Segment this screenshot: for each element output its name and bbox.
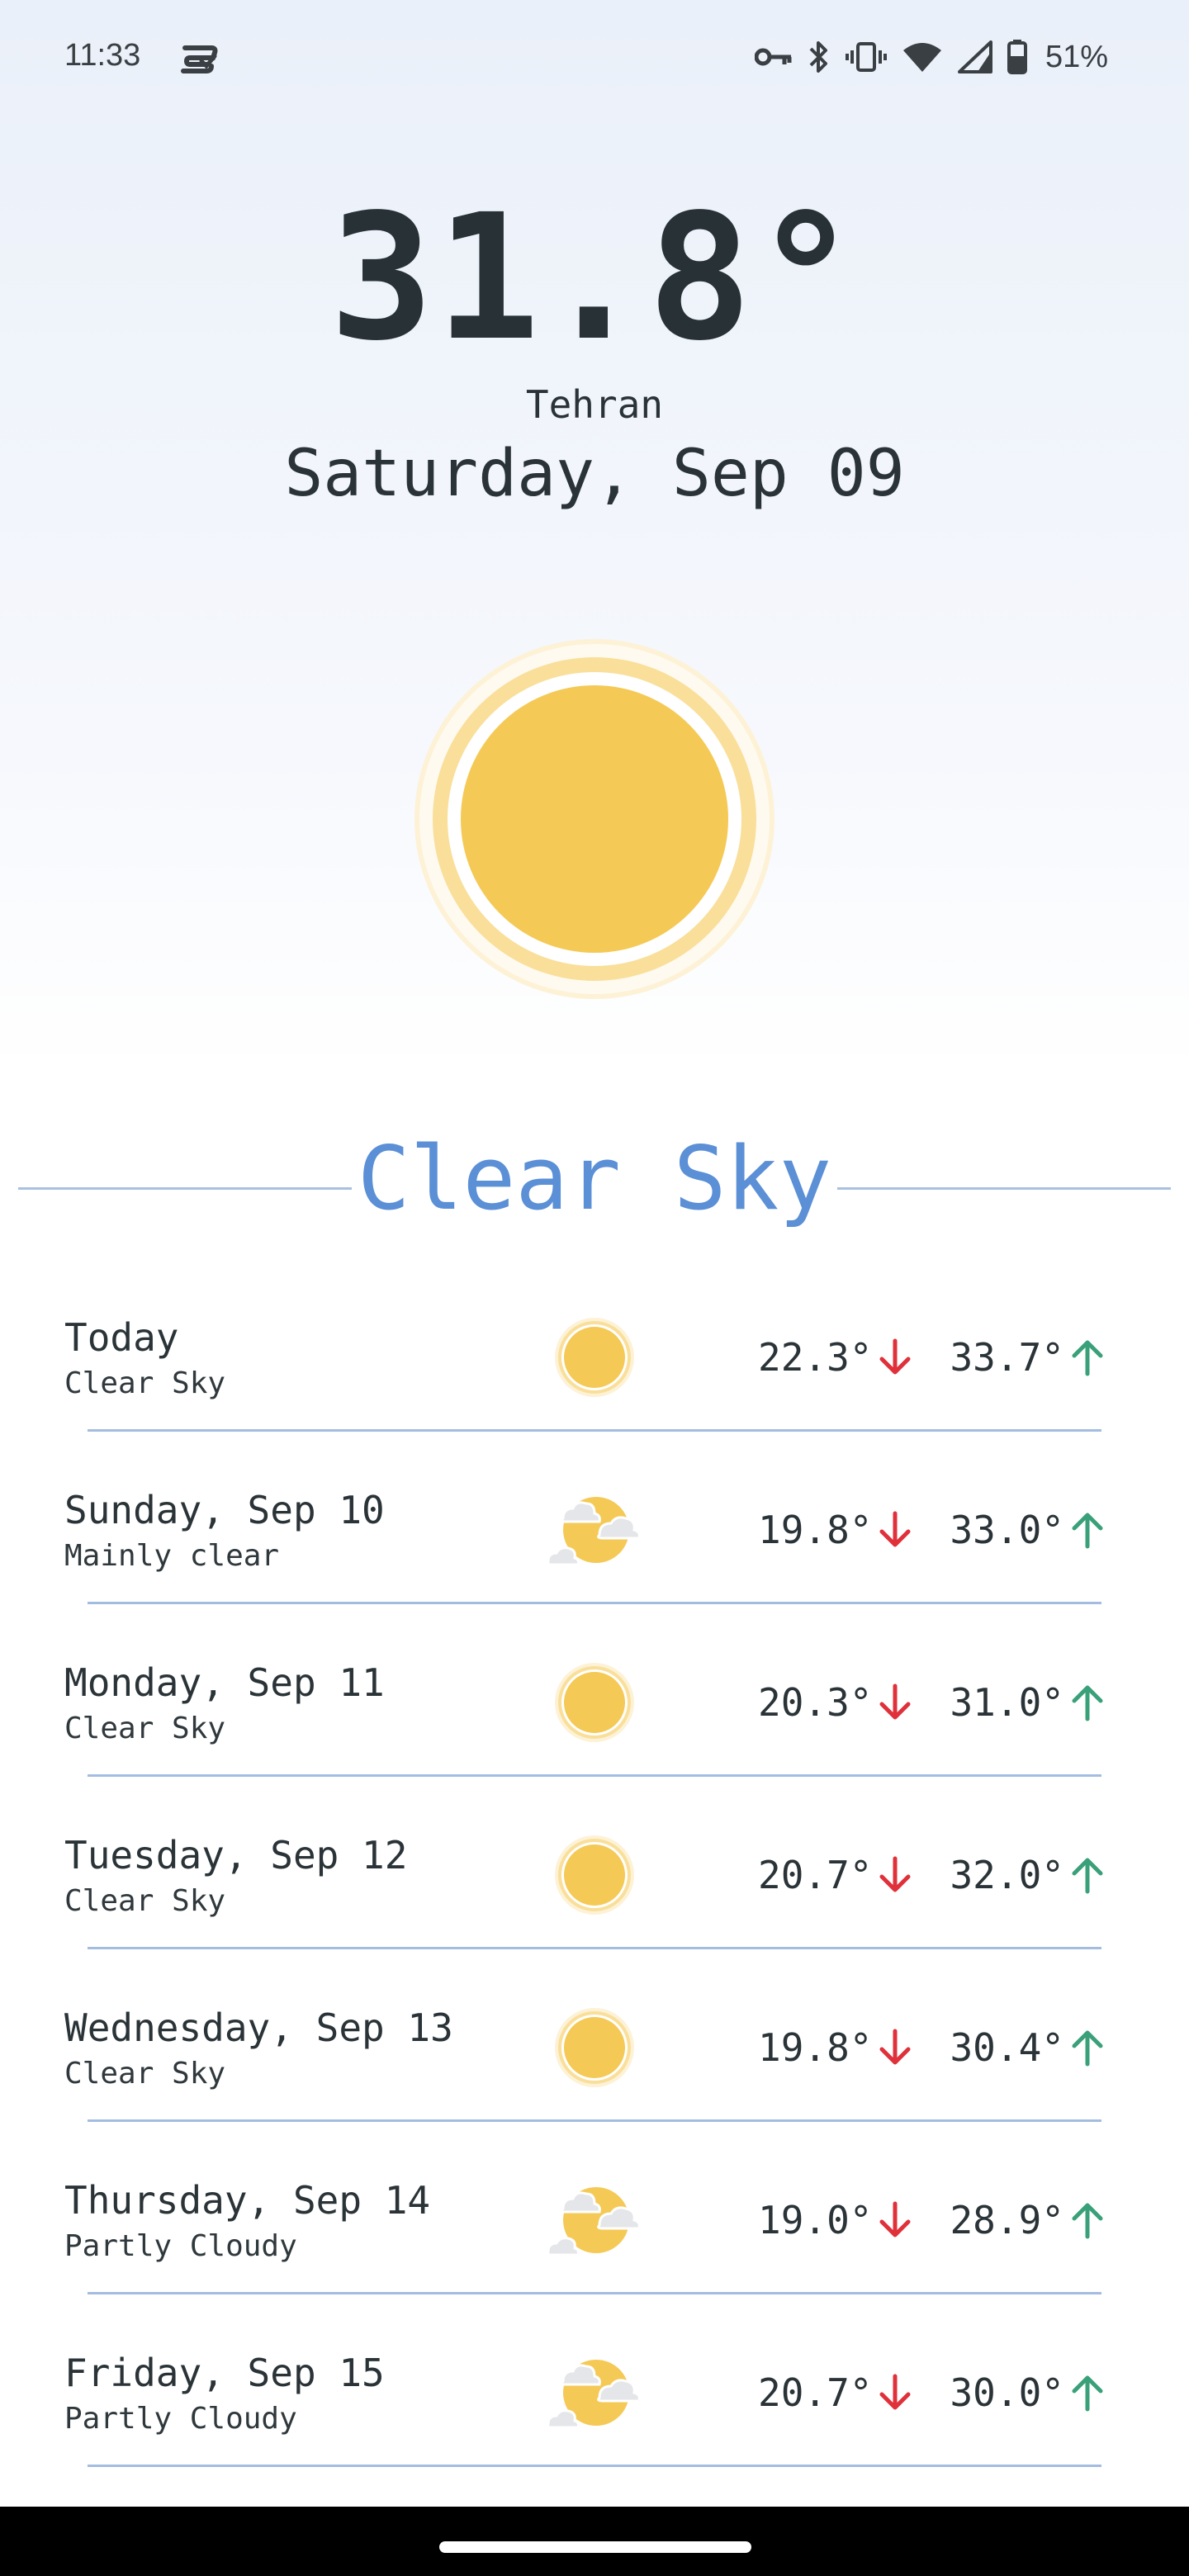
forecast-row[interactable]: Thursday, Sep 14 Partly Cloudy 19.0° 28.9° <box>0 2159 1189 2332</box>
navigation-bar <box>0 2507 1189 2576</box>
sun-icon <box>413 637 776 1001</box>
condition-heading: Clear Sky <box>18 1129 1171 1229</box>
arrow-down-icon <box>877 1336 913 1379</box>
partly-cloudy-icon <box>545 1490 644 1573</box>
arrow-down-icon <box>877 1681 913 1724</box>
forecast-temps: 19.8° 30.4° <box>758 2023 1106 2072</box>
arrow-down-icon <box>877 2026 913 2069</box>
forecast-day: Friday, Sep 15 <box>64 2351 385 2395</box>
temp-high: 30.4° <box>950 2025 1064 2070</box>
temp-high: 32.0° <box>950 1853 1064 1897</box>
forecast-row[interactable]: Wednesday, Sep 13 Clear Sky 19.8° 30.4° <box>0 1986 1189 2159</box>
forecast-condition: Clear Sky <box>64 1366 226 1400</box>
vibrate-icon <box>845 40 887 73</box>
row-divider <box>88 2119 1101 2122</box>
row-divider <box>88 1774 1101 1777</box>
forecast-temps: 20.7° 32.0° <box>758 1850 1106 1900</box>
status-time: 11:33 <box>64 38 141 73</box>
forecast-row[interactable]: Friday, Sep 15 Partly Cloudy 20.7° 30.0° <box>0 2332 1189 2504</box>
temp-high: 33.0° <box>950 1508 1064 1552</box>
status-bar: 11:33 51% <box>0 0 1189 124</box>
temp-low: 20.3° <box>758 1680 873 1725</box>
arrow-up-icon <box>1069 1681 1106 1724</box>
temp-low: 20.7° <box>758 1853 873 1897</box>
arrow-down-icon <box>877 2199 913 2242</box>
forecast-row[interactable]: Tuesday, Sep 12 Clear Sky 20.7° 32.0° <box>0 1814 1189 1986</box>
city-name: Tehran <box>525 382 664 427</box>
battery-icon <box>1007 40 1027 74</box>
arrow-down-icon <box>877 2371 913 2414</box>
forecast-temps: 19.8° 33.0° <box>758 1505 1106 1555</box>
arrow-down-icon <box>877 1854 913 1896</box>
forecast-row[interactable]: Monday, Sep 11 Clear Sky 20.3° 31.0° <box>0 1641 1189 1814</box>
forecast-condition: Mainly clear <box>64 1539 280 1573</box>
arrow-up-icon <box>1069 2026 1106 2069</box>
forecast-condition: Partly Cloudy <box>64 2229 297 2263</box>
row-divider <box>88 2292 1101 2294</box>
arrow-up-icon <box>1069 2371 1106 2414</box>
battery-percent: 51% <box>1045 39 1108 74</box>
temp-low: 19.0° <box>758 2198 873 2242</box>
forecast-day: Tuesday, Sep 12 <box>64 1833 408 1878</box>
forecast-day: Today <box>64 1315 179 1360</box>
home-gesture-handle[interactable] <box>439 2541 751 2553</box>
current-date: Saturday, Sep 09 <box>284 437 905 511</box>
forecast-condition: Clear Sky <box>64 1712 226 1745</box>
forecast-day: Sunday, Sep 10 <box>64 1488 385 1532</box>
current-temperature: 31.8° <box>329 177 860 379</box>
sun-icon <box>545 1835 644 1918</box>
temp-high: 31.0° <box>950 1680 1064 1725</box>
row-divider <box>88 1947 1101 1949</box>
arrow-down-icon <box>877 1508 913 1551</box>
sun-icon <box>545 1318 644 1400</box>
forecast-condition: Partly Cloudy <box>64 2402 297 2436</box>
arrow-up-icon <box>1069 1854 1106 1896</box>
row-divider <box>88 1602 1101 1604</box>
temp-high: 28.9° <box>950 2198 1064 2242</box>
forecast-temps: 22.3° 33.7° <box>758 1333 1106 1382</box>
forecast-temps: 20.3° 31.0° <box>758 1678 1106 1727</box>
forecast-temps: 20.7° 30.0° <box>758 2368 1106 2417</box>
cell-signal-icon <box>957 40 992 73</box>
row-divider <box>88 1429 1101 1432</box>
status-icons: 51% <box>754 36 1108 78</box>
divider-right <box>837 1187 1171 1190</box>
forecast-day: Monday, Sep 11 <box>64 1660 385 1705</box>
forecast-row[interactable]: Today Clear Sky 22.3° 33.7° <box>0 1296 1189 1469</box>
sun-icon <box>545 2008 644 2091</box>
arrow-up-icon <box>1069 1508 1106 1551</box>
wifi-icon <box>902 40 943 73</box>
forecast-day: Wednesday, Sep 13 <box>64 2005 453 2050</box>
current-condition: Clear Sky <box>357 1128 832 1229</box>
forecast-condition: Clear Sky <box>64 2057 226 2091</box>
forecast-condition: Clear Sky <box>64 1884 226 1918</box>
forecast-day: Thursday, Sep 14 <box>64 2178 431 2223</box>
temp-low: 20.7° <box>758 2370 873 2415</box>
forecast-temps: 19.0° 28.9° <box>758 2195 1106 2245</box>
vpn-key-icon <box>754 45 793 69</box>
temp-low: 19.8° <box>758 1508 873 1552</box>
temp-low: 19.8° <box>758 2025 873 2070</box>
partly-cloudy-icon <box>545 2353 644 2436</box>
forecast-list: Today Clear Sky 22.3° 33.7° Sunday, Sep 10 Ma… <box>0 1296 1189 2504</box>
sun-icon <box>545 1663 644 1745</box>
temp-high: 33.7° <box>950 1335 1064 1380</box>
bluetooth-icon <box>808 40 831 74</box>
forecast-row[interactable]: Sunday, Sep 10 Mainly clear 19.8° 33.0° <box>0 1469 1189 1641</box>
row-divider <box>88 2465 1101 2467</box>
temp-low: 22.3° <box>758 1335 873 1380</box>
arrow-up-icon <box>1069 1336 1106 1379</box>
temp-high: 30.0° <box>950 2370 1064 2415</box>
partly-cloudy-icon <box>545 2181 644 2263</box>
app-notification-icon <box>178 40 220 78</box>
arrow-up-icon <box>1069 2199 1106 2242</box>
